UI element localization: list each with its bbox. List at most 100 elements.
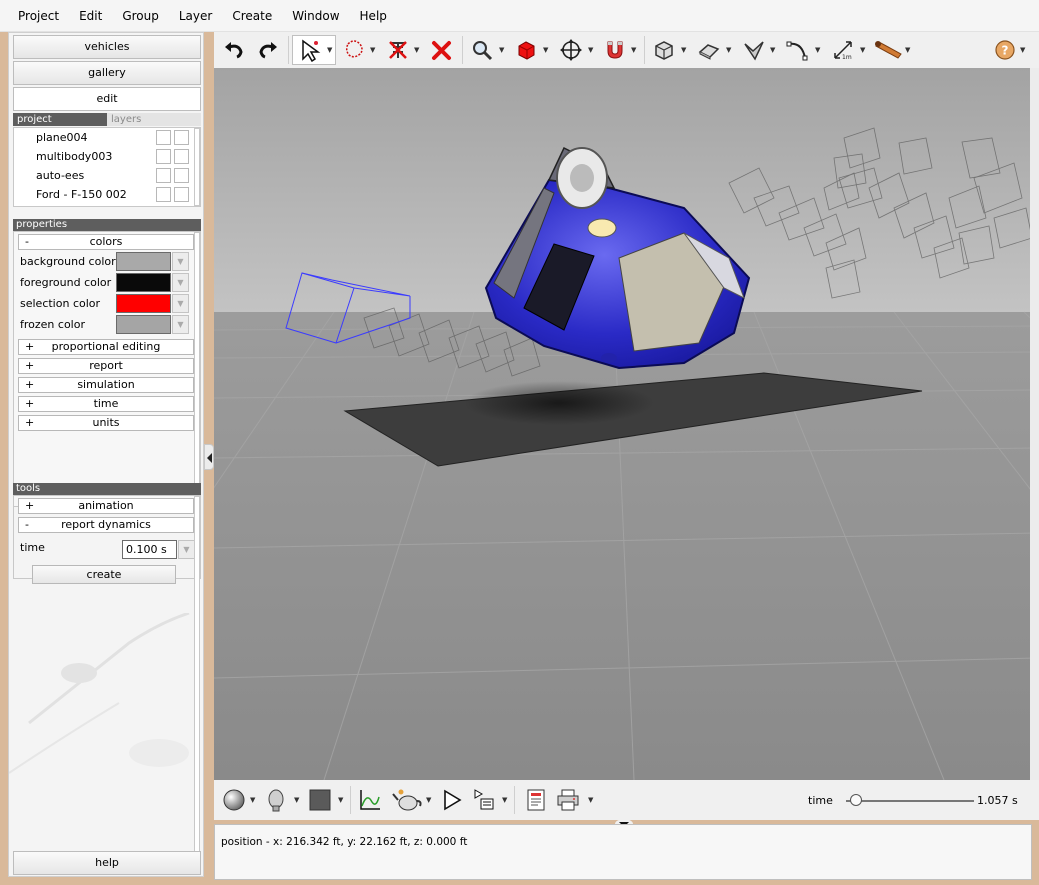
foreground-color-swatch[interactable] xyxy=(116,273,171,292)
chevron-down-icon[interactable]: ▼ xyxy=(860,47,866,54)
selection-color-swatch[interactable] xyxy=(116,294,171,313)
delete-icon[interactable] xyxy=(430,38,454,62)
visibility-checkbox[interactable] xyxy=(156,149,171,164)
frozen-color-swatch[interactable] xyxy=(116,315,171,334)
list-item[interactable]: auto-ees xyxy=(14,166,200,185)
create-button[interactable]: create xyxy=(32,565,176,584)
properties-scrollbar[interactable] xyxy=(194,232,200,506)
menu-layer[interactable]: Layer xyxy=(169,0,222,32)
chevron-down-icon[interactable]: ▼ xyxy=(294,797,300,804)
units-section-toggle[interactable]: + units xyxy=(18,415,194,431)
chevron-down-icon[interactable]: ▼ xyxy=(172,273,189,292)
chevron-down-icon[interactable]: ▼ xyxy=(770,47,776,54)
chevron-down-icon[interactable]: ▼ xyxy=(250,797,256,804)
plane-icon[interactable] xyxy=(697,38,721,62)
visibility-checkbox[interactable] xyxy=(156,130,171,145)
hide-icon[interactable] xyxy=(386,38,410,62)
playlist-icon[interactable] xyxy=(472,788,496,812)
menu-help[interactable]: Help xyxy=(350,0,397,32)
lock-checkbox[interactable] xyxy=(174,130,189,145)
edit-button[interactable]: edit xyxy=(13,87,201,111)
zoom-icon[interactable] xyxy=(470,38,494,62)
menu-window[interactable]: Window xyxy=(282,0,349,32)
proportional-editing-section-toggle[interactable]: + proportional editing xyxy=(18,339,194,355)
project-list-scrollbar[interactable] xyxy=(194,128,200,206)
sphere-icon[interactable] xyxy=(222,788,246,812)
time-input[interactable]: 0.100 s xyxy=(122,540,177,559)
report-icon[interactable] xyxy=(524,788,548,812)
magnet-icon[interactable] xyxy=(603,38,627,62)
chevron-down-icon[interactable]: ▼ xyxy=(178,540,195,559)
report-dynamics-section-toggle[interactable]: - report dynamics xyxy=(18,517,194,533)
menu-edit[interactable]: Edit xyxy=(69,0,112,32)
chevron-down-icon[interactable]: ▼ xyxy=(681,47,687,54)
tab-project[interactable]: project xyxy=(13,113,107,126)
expand-icon: + xyxy=(25,397,35,410)
main-toolbar: ▼ ▼ ▼ ▼ ▼ ▼ ▼ ▼ ▼ ▼ ▼ 1m ▼ ▼ ? ▼ xyxy=(214,32,1039,68)
curve-icon[interactable] xyxy=(786,38,810,62)
chevron-down-icon[interactable]: ▼ xyxy=(426,797,432,804)
lock-checkbox[interactable] xyxy=(174,168,189,183)
gallery-button[interactable]: gallery xyxy=(13,61,201,85)
chevron-down-icon[interactable]: ▼ xyxy=(905,47,911,54)
undo-icon[interactable] xyxy=(222,38,246,62)
chevron-down-icon[interactable]: ▼ xyxy=(502,797,508,804)
report-section-toggle[interactable]: + report xyxy=(18,358,194,374)
chevron-down-icon[interactable]: ▼ xyxy=(543,47,549,54)
chevron-down-icon[interactable]: ▼ xyxy=(588,47,594,54)
menu-group[interactable]: Group xyxy=(112,0,169,32)
list-item[interactable]: multibody003 xyxy=(14,147,200,166)
colors-section-toggle[interactable]: - colors xyxy=(18,234,194,250)
chevron-down-icon[interactable]: ▼ xyxy=(414,47,420,54)
chevron-down-icon[interactable]: ▼ xyxy=(1020,47,1026,54)
chevron-down-icon[interactable]: ▼ xyxy=(588,797,594,804)
help-icon[interactable]: ? xyxy=(994,39,1016,61)
lock-checkbox[interactable] xyxy=(174,187,189,202)
play-icon[interactable] xyxy=(440,788,464,812)
list-item[interactable]: Ford - F-150 002 xyxy=(14,185,200,204)
help-button[interactable]: help xyxy=(13,851,201,875)
visibility-checkbox[interactable] xyxy=(156,168,171,183)
select-icon[interactable] xyxy=(298,38,322,62)
chevron-down-icon[interactable]: ▼ xyxy=(815,47,821,54)
ruler-icon[interactable] xyxy=(874,38,904,62)
time-section-toggle[interactable]: + time xyxy=(18,396,194,412)
chevron-down-icon[interactable]: ▼ xyxy=(172,315,189,334)
chevron-down-icon[interactable]: ▼ xyxy=(499,47,505,54)
playback-time-knob[interactable] xyxy=(850,794,863,806)
cube-icon[interactable] xyxy=(652,38,676,62)
fold-icon[interactable] xyxy=(742,38,766,62)
tools-scrollbar[interactable] xyxy=(194,496,200,852)
3d-viewport[interactable] xyxy=(214,68,1035,780)
measure-icon[interactable]: 1m xyxy=(831,38,855,62)
lasso-icon[interactable] xyxy=(342,38,366,62)
chevron-down-icon[interactable]: ▼ xyxy=(370,47,376,54)
simulation-section-toggle[interactable]: + simulation xyxy=(18,377,194,393)
redo-icon[interactable] xyxy=(256,38,280,62)
head-icon[interactable] xyxy=(264,788,288,812)
color-square-icon[interactable] xyxy=(308,788,332,812)
teapot-icon[interactable] xyxy=(392,788,424,812)
menu-create[interactable]: Create xyxy=(222,0,282,32)
chevron-down-icon[interactable]: ▼ xyxy=(327,47,333,54)
chevron-down-icon[interactable]: ▼ xyxy=(631,47,637,54)
chevron-down-icon[interactable]: ▼ xyxy=(172,294,189,313)
print-icon[interactable] xyxy=(556,788,580,812)
chevron-down-icon[interactable]: ▼ xyxy=(338,797,344,804)
chevron-down-icon[interactable]: ▼ xyxy=(172,252,189,271)
vehicles-button[interactable]: vehicles xyxy=(13,35,201,59)
panel-collapse-handle[interactable] xyxy=(204,444,214,470)
tab-layers[interactable]: layers xyxy=(107,113,201,126)
chevron-down-icon[interactable]: ▼ xyxy=(726,47,732,54)
move-icon[interactable] xyxy=(559,38,583,62)
box-icon[interactable] xyxy=(514,38,538,62)
list-item[interactable]: plane004 xyxy=(14,128,200,147)
lock-checkbox[interactable] xyxy=(174,149,189,164)
graph-icon[interactable] xyxy=(358,788,382,812)
viewport-scrollbar[interactable] xyxy=(1030,68,1039,780)
menu-project[interactable]: Project xyxy=(8,0,69,32)
playback-time-slider[interactable] xyxy=(846,800,974,802)
animation-section-toggle[interactable]: + animation xyxy=(18,498,194,514)
background-color-swatch[interactable] xyxy=(116,252,171,271)
visibility-checkbox[interactable] xyxy=(156,187,171,202)
